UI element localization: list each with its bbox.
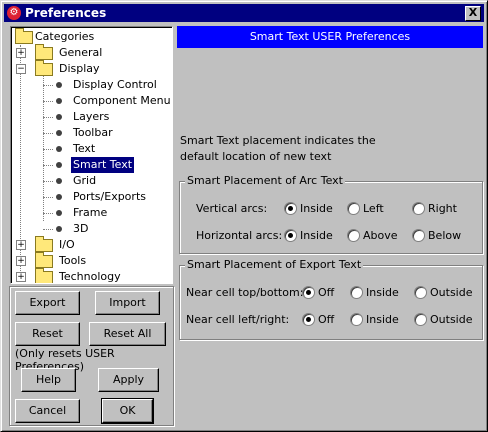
vertical-arcs-label: Vertical arcs:: [196, 202, 268, 215]
topbottom-off-label: Off: [318, 286, 335, 299]
selected-item-label: Smart Text: [71, 157, 135, 173]
topbottom-inside-label: Inside: [366, 286, 399, 299]
leaf-icon: [56, 114, 62, 120]
leaf-icon: [56, 162, 62, 168]
description-line-2: default location of new text: [180, 150, 332, 163]
leftright-off-label: Off: [318, 313, 335, 326]
title-bar[interactable]: ⚙ Preferences X: [4, 4, 484, 22]
expand-icon[interactable]: +: [16, 240, 26, 250]
vertical-right-label: Right: [428, 202, 457, 215]
expand-icon[interactable]: +: [16, 272, 26, 282]
leftright-outside-label: Outside: [430, 313, 473, 326]
horizontal-above-label: Above: [363, 229, 398, 242]
folder-icon: [15, 28, 33, 44]
horizontal-inside-label: Inside: [300, 229, 333, 242]
leaf-icon: [56, 146, 62, 152]
folder-icon: [35, 44, 53, 60]
horizontal-below-label: Below: [428, 229, 462, 242]
folder-icon: [35, 236, 53, 252]
leaf-icon: [56, 194, 62, 200]
reset-button[interactable]: Reset: [15, 322, 80, 346]
tree-connector: [43, 75, 44, 221]
apply-button[interactable]: Apply: [98, 368, 159, 392]
vertical-left-radio[interactable]: [347, 202, 360, 215]
leaf-icon: [56, 178, 62, 184]
export-button[interactable]: Export: [15, 291, 80, 315]
leftright-inside-label: Inside: [366, 313, 399, 326]
leftright-outside-radio[interactable]: [414, 313, 427, 326]
expand-icon[interactable]: +: [16, 256, 26, 266]
arc-text-group: [179, 181, 483, 254]
arc-group-title: Smart Placement of Arc Text: [185, 174, 345, 187]
reset-all-button[interactable]: Reset All: [89, 322, 166, 346]
help-button[interactable]: Help: [21, 368, 76, 392]
horizontal-inside-radio[interactable]: [284, 229, 297, 242]
collapse-icon[interactable]: −: [16, 64, 26, 74]
leaf-icon: [56, 130, 62, 136]
folder-icon: [35, 252, 53, 268]
vertical-right-radio[interactable]: [412, 202, 425, 215]
leaf-icon: [56, 226, 62, 232]
leftright-off-radio[interactable]: [302, 313, 315, 326]
topbottom-outside-radio[interactable]: [414, 286, 427, 299]
vertical-inside-label: Inside: [300, 202, 333, 215]
ok-button[interactable]: OK: [101, 398, 154, 424]
folder-icon: [35, 268, 53, 283]
topbottom-off-radio[interactable]: [302, 286, 315, 299]
description-line-1: Smart Text placement indicates the: [180, 134, 376, 147]
top-bottom-label: Near cell top/bottom:: [186, 286, 304, 299]
leaf-icon: [56, 210, 62, 216]
expand-icon[interactable]: +: [16, 48, 26, 58]
window-title: Preferences: [25, 6, 107, 20]
export-text-group: [179, 265, 483, 340]
leaf-icon: [56, 98, 62, 104]
horizontal-above-radio[interactable]: [347, 229, 360, 242]
horizontal-below-radio[interactable]: [412, 229, 425, 242]
export-group-title: Smart Placement of Export Text: [185, 258, 364, 271]
vertical-left-label: Left: [363, 202, 384, 215]
panel-header: Smart Text USER Preferences: [177, 26, 483, 48]
vertical-inside-radio[interactable]: [284, 202, 297, 215]
close-button[interactable]: X: [465, 6, 481, 21]
topbottom-outside-label: Outside: [430, 286, 473, 299]
topbottom-inside-radio[interactable]: [350, 286, 363, 299]
leftright-inside-radio[interactable]: [350, 313, 363, 326]
left-right-label: Near cell left/right:: [186, 313, 290, 326]
import-button[interactable]: Import: [95, 291, 160, 315]
app-logo-icon: ⚙: [7, 6, 21, 20]
cancel-button[interactable]: Cancel: [15, 399, 80, 423]
leaf-icon: [56, 82, 62, 88]
horizontal-arcs-label: Horizontal arcs:: [196, 229, 283, 242]
category-tree[interactable]: Categories + General − Display Display C…: [10, 26, 173, 284]
folder-icon: [35, 60, 53, 76]
